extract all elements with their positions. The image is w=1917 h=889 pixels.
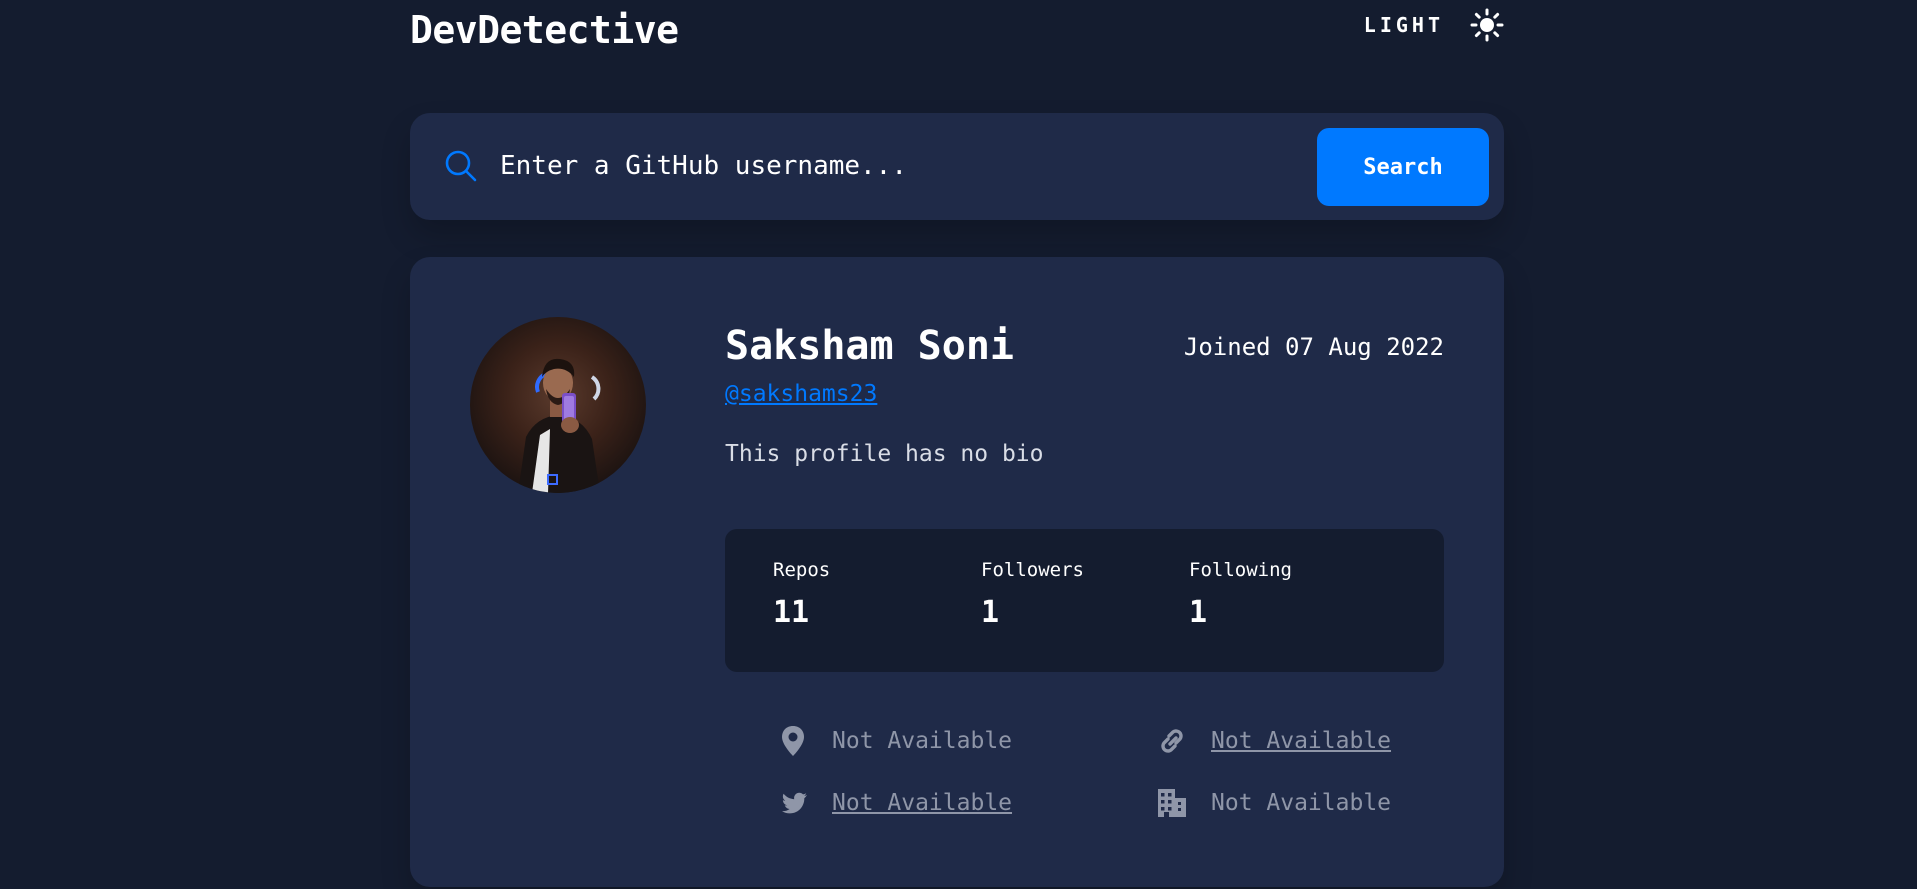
app-container: DevDetective LIGHT Enter a GitHub userna…	[410, 0, 1504, 887]
app-title: DevDetective	[410, 8, 679, 52]
link-icon	[1161, 729, 1183, 753]
user-login-link[interactable]: @sakshams23	[725, 381, 877, 407]
theme-toggle-label: LIGHT	[1363, 13, 1444, 37]
user-bio: This profile has no bio	[725, 441, 1044, 467]
sun-icon	[1470, 8, 1504, 42]
search-input[interactable]	[500, 141, 1260, 191]
stat-label: Following	[1189, 559, 1292, 581]
stat-label: Repos	[773, 559, 831, 581]
stats-box: Repos 11 Followers 1 Following 1	[725, 529, 1444, 672]
joined-date: Joined 07 Aug 2022	[1183, 333, 1444, 361]
website-link[interactable]: Not Available	[1211, 728, 1391, 754]
avatar	[470, 317, 646, 493]
stat-value: 1	[981, 595, 1000, 630]
location-pin-icon	[782, 726, 804, 756]
stat-value: 11	[773, 595, 810, 630]
stat-following: Following 1	[1189, 559, 1292, 630]
search-button[interactable]: Search	[1317, 128, 1489, 206]
twitter-row: Not Available	[778, 787, 1012, 819]
search-icon	[445, 150, 477, 182]
stat-repos: Repos 11	[773, 559, 830, 630]
location-text: Not Available	[832, 728, 1013, 754]
user-name: Saksham Soni	[725, 323, 1014, 369]
stat-label: Followers	[981, 559, 1084, 581]
stat-value: 1	[1189, 595, 1208, 630]
twitter-link[interactable]: Not Available	[832, 790, 1012, 816]
company-row: Not Available	[1157, 787, 1391, 819]
website-row: Not Available	[1157, 725, 1391, 757]
header: DevDetective LIGHT	[410, 0, 1504, 90]
profile-card: Saksham Soni Joined 07 Aug 2022 @saksham…	[410, 257, 1504, 887]
search-bar: Search	[410, 113, 1504, 220]
avatar-photo	[518, 358, 601, 493]
stat-followers: Followers 1	[981, 559, 1084, 630]
twitter-icon	[782, 792, 807, 814]
company-text: Not Available	[1211, 790, 1392, 816]
theme-toggle[interactable]: LIGHT	[1364, 8, 1504, 42]
building-icon	[1158, 789, 1186, 817]
location-row: Not Available	[778, 725, 1012, 757]
